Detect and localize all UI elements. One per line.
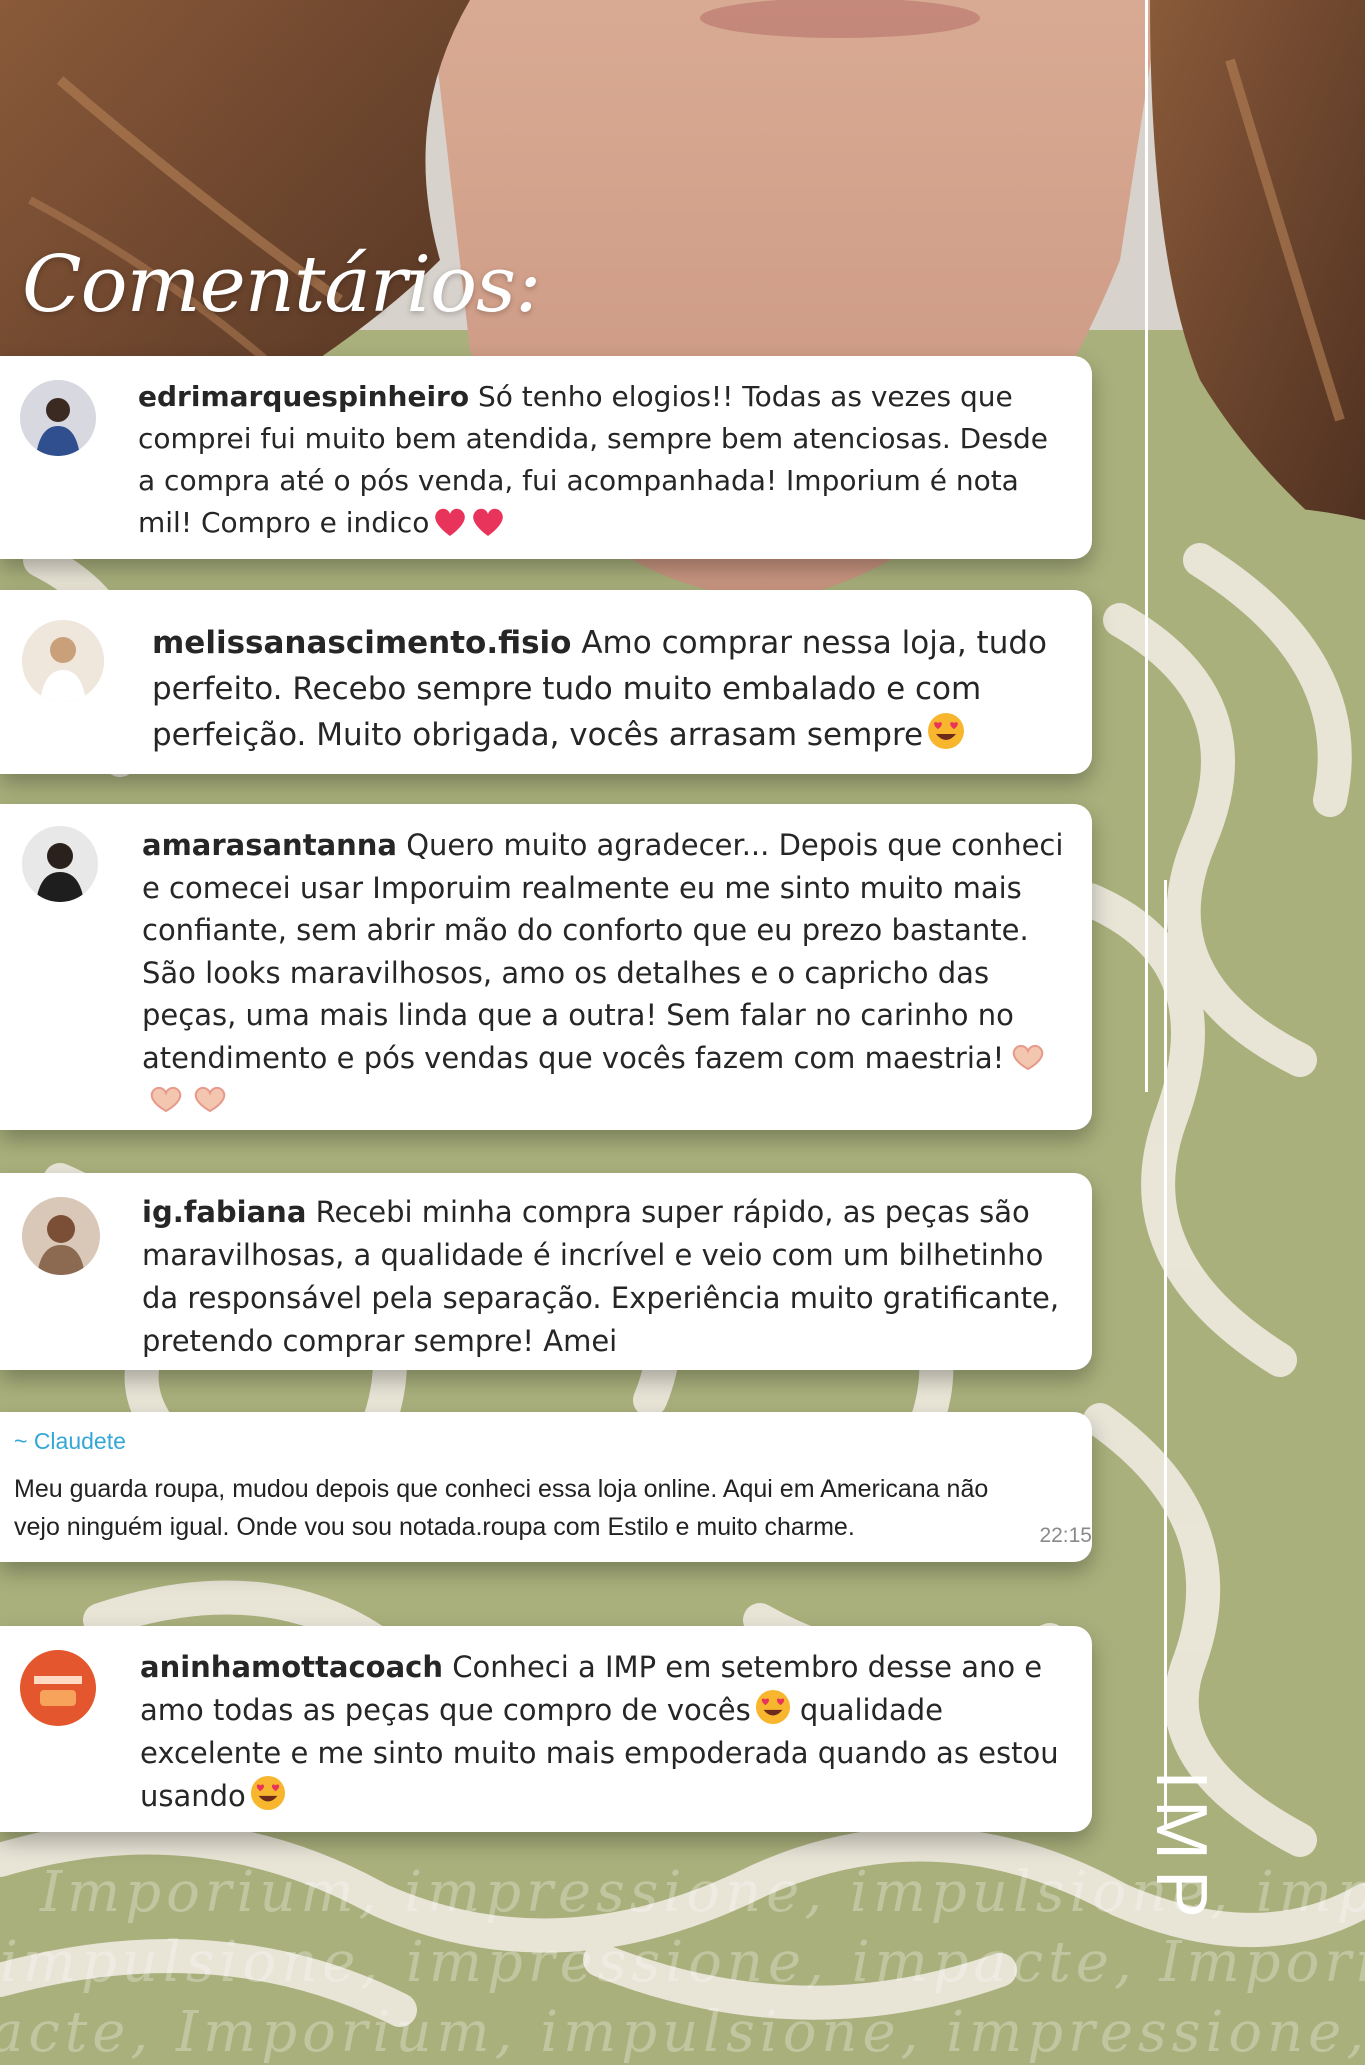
decorative-vertical-line-top bbox=[1145, 0, 1148, 1092]
tagline-watermark: acte, Imporium, impulsione, impressione,… bbox=[0, 2000, 1365, 2065]
comment-text: melissanascimento.fisio Amo comprar ness… bbox=[152, 620, 1062, 758]
comment-text: amarasantanna Quero muito agradecer... D… bbox=[142, 824, 1072, 1122]
hand-heart-emoji bbox=[1008, 1043, 1048, 1073]
avatar[interactable] bbox=[22, 1197, 100, 1275]
heart-emoji bbox=[471, 507, 505, 537]
comment-text: aninhamottacoach Conheci a IMP em setemb… bbox=[140, 1646, 1080, 1818]
hand-heart-emoji bbox=[190, 1085, 230, 1115]
comment-username[interactable]: ig.fabiana bbox=[142, 1195, 306, 1229]
whatsapp-timestamp: 22:15 bbox=[1039, 1524, 1092, 1547]
comment-card: aninhamottacoach Conheci a IMP em setemb… bbox=[0, 1626, 1092, 1832]
comment-card: amarasantanna Quero muito agradecer... D… bbox=[0, 804, 1092, 1130]
page-title: Comentários: bbox=[22, 240, 541, 330]
comment-card: edrimarquespinheiro Só tenho elogios!! T… bbox=[0, 356, 1092, 559]
avatar[interactable] bbox=[20, 380, 96, 456]
heart-eyes-emoji bbox=[250, 1775, 286, 1811]
comment-username[interactable]: edrimarquespinheiro bbox=[138, 380, 469, 413]
comment-username[interactable]: amarasantanna bbox=[142, 828, 397, 862]
heart-eyes-emoji bbox=[755, 1689, 791, 1725]
tagline-watermark: impulsione, impressione, impacte, Impori… bbox=[0, 1930, 1365, 1995]
hand-heart-emoji bbox=[146, 1085, 186, 1115]
comment-card: melissanascimento.fisio Amo comprar ness… bbox=[0, 590, 1092, 774]
comment-username[interactable]: aninhamottacoach bbox=[140, 1650, 443, 1684]
comment-text: ig.fabiana Recebi minha compra super ráp… bbox=[142, 1191, 1072, 1363]
heart-emoji bbox=[433, 507, 467, 537]
whatsapp-message: ~ Claudete Meu guarda roupa, mudou depoi… bbox=[0, 1412, 1092, 1562]
avatar[interactable] bbox=[20, 1650, 96, 1726]
comment-card: ig.fabiana Recebi minha compra super ráp… bbox=[0, 1173, 1092, 1370]
tagline-watermark: Imporium, impressione, impulsione, impac… bbox=[40, 1860, 1365, 1925]
decorative-vertical-line-bottom bbox=[1164, 880, 1167, 1830]
avatar[interactable] bbox=[22, 826, 98, 902]
avatar[interactable] bbox=[22, 620, 104, 702]
comment-body: Quero muito agradecer... Depois que conh… bbox=[142, 828, 1064, 1075]
comment-username[interactable]: melissanascimento.fisio bbox=[152, 625, 571, 661]
whatsapp-message-text: Meu guarda roupa, mudou depois que conhe… bbox=[14, 1475, 989, 1541]
whatsapp-sender-name[interactable]: ~ Claudete bbox=[14, 1428, 126, 1455]
comment-text: edrimarquespinheiro Só tenho elogios!! T… bbox=[138, 376, 1058, 544]
heart-eyes-emoji bbox=[927, 712, 965, 750]
